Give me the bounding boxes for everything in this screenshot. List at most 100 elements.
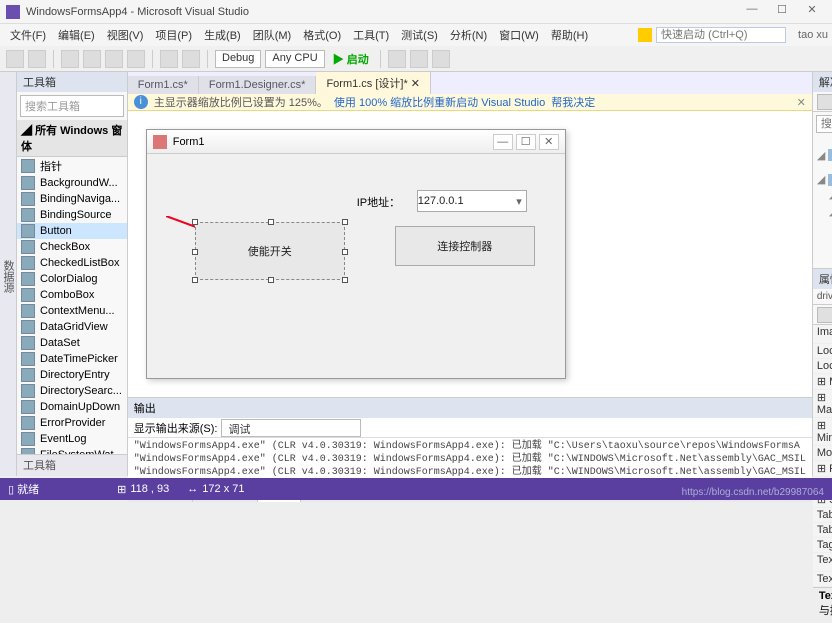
toolbox-item[interactable]: BindingSource xyxy=(17,207,127,223)
flag-icon[interactable] xyxy=(638,28,652,42)
toolbox-item[interactable]: DataGridView xyxy=(17,319,127,335)
redo-icon[interactable] xyxy=(182,50,200,68)
open-icon[interactable] xyxy=(83,50,101,68)
menu-item[interactable]: 分析(N) xyxy=(444,25,493,45)
toolbox-item[interactable]: ColorDialog xyxy=(17,271,127,287)
property-row[interactable]: ⊞ Margin3, 3, 3, 3 xyxy=(813,374,832,390)
tree-node[interactable]: 分析器 xyxy=(817,220,832,238)
saveall-icon[interactable] xyxy=(127,50,145,68)
tool-icon[interactable] xyxy=(432,50,450,68)
toolbox-item[interactable]: EventLog xyxy=(17,431,127,447)
minimize-button[interactable]: — xyxy=(738,3,766,21)
start-button[interactable]: ▶ 启动 xyxy=(329,51,373,67)
form-icon xyxy=(153,135,167,149)
infobar-close-icon[interactable]: ✕ xyxy=(797,96,806,109)
toolbox-item[interactable]: ContextMenu... xyxy=(17,303,127,319)
tree-node[interactable]: Mycontrol xyxy=(817,252,832,266)
property-row[interactable]: ImageList(无) xyxy=(813,325,832,344)
drive-switch-button[interactable]: 使能开关 xyxy=(195,222,345,280)
control-icon xyxy=(21,288,35,302)
toolbox-group[interactable]: ◢ 所有 Windows 窗体 xyxy=(17,120,127,157)
menu-item[interactable]: 团队(M) xyxy=(247,25,298,45)
property-row[interactable]: ⊞ MaximumSize0, 0 xyxy=(813,390,832,418)
connect-button[interactable]: 连接控制器 xyxy=(395,226,535,266)
form-title: Form1 xyxy=(173,136,205,148)
toolbox-item[interactable]: Button xyxy=(17,223,127,239)
toolbox-item[interactable]: DataSet xyxy=(17,335,127,351)
toolbox-item[interactable]: DomainUpDown xyxy=(17,399,127,415)
tree-node[interactable]: Microsoft.CSharp xyxy=(817,238,832,252)
toolbox-item[interactable]: ComboBox xyxy=(17,287,127,303)
solex-home-icon[interactable] xyxy=(817,94,832,110)
doc-tab[interactable]: Form1.Designer.cs* xyxy=(199,76,317,94)
menu-item[interactable]: 窗口(W) xyxy=(493,25,545,45)
properties-pane: 属性 drive_switch System.Windows.Forms.L I… xyxy=(813,269,832,623)
close-button[interactable]: ✕ xyxy=(798,3,826,21)
tree-node[interactable]: ◢WindowsFormsApp4 xyxy=(817,172,832,187)
property-row[interactable]: ⊞ MinimumSize0, 0 xyxy=(813,418,832,446)
toolbox-item[interactable]: DirectoryEntry xyxy=(17,367,127,383)
toolbox-item[interactable]: FileSystemWat... xyxy=(17,447,127,454)
quick-launch-input[interactable] xyxy=(656,27,786,43)
property-row[interactable]: TabStopTrue xyxy=(813,523,832,538)
platform-combo[interactable]: Any CPU xyxy=(265,50,324,68)
toolbox-item[interactable]: CheckBox xyxy=(17,239,127,255)
save-icon[interactable] xyxy=(105,50,123,68)
ip-combo[interactable]: 127.0.0.1▾ xyxy=(417,190,527,212)
control-icon xyxy=(21,192,35,206)
menu-item[interactable]: 文件(F) xyxy=(4,25,52,45)
doc-tab[interactable]: Form1.cs* xyxy=(128,76,199,94)
toolbox-item[interactable]: CheckedListBox xyxy=(17,255,127,271)
info-icon: i xyxy=(134,95,148,109)
menu-item[interactable]: 格式(O) xyxy=(297,25,347,45)
nav-fwd-icon[interactable] xyxy=(28,50,46,68)
property-row[interactable]: LockedFalse xyxy=(813,359,832,374)
tool-icon[interactable] xyxy=(410,50,428,68)
props-selector[interactable]: drive_switch System.Windows.Forms.L xyxy=(813,289,832,305)
tree-node[interactable]: ◢Properties xyxy=(817,187,832,202)
info-help-link[interactable]: 帮我决定 xyxy=(551,94,595,110)
design-surface[interactable]: Form1 — ☐ ✕ IP地址： 127.0.0.1▾ 使能开关 xyxy=(128,111,812,397)
tree-node[interactable]: ◢解决方案"WindowsFormsApp4"(1 xyxy=(817,138,832,172)
maximize-button[interactable]: ☐ xyxy=(768,3,796,21)
property-row[interactable]: ⊞ Padding0, 0, 0, 0 xyxy=(813,461,832,477)
menu-item[interactable]: 项目(P) xyxy=(149,25,198,45)
nav-back-icon[interactable] xyxy=(6,50,24,68)
user-name[interactable]: tao xu xyxy=(798,29,828,41)
menu-item[interactable]: 测试(S) xyxy=(395,25,444,45)
toolbox-item[interactable]: DirectorySearc... xyxy=(17,383,127,399)
config-combo[interactable]: Debug xyxy=(215,50,261,68)
menu-item[interactable]: 生成(B) xyxy=(198,25,247,45)
output-from-combo[interactable]: 调试 xyxy=(221,419,361,437)
tool-icon[interactable] xyxy=(388,50,406,68)
property-row[interactable]: TextAlignMiddleCenter xyxy=(813,572,832,587)
undo-icon[interactable] xyxy=(160,50,178,68)
form-close-icon: ✕ xyxy=(539,134,559,150)
property-row[interactable]: ModifiersPrivate xyxy=(813,446,832,461)
info-restart-link[interactable]: 使用 100% 缩放比例重新启动 Visual Studio xyxy=(334,94,545,110)
new-icon[interactable] xyxy=(61,50,79,68)
toolbox-item[interactable]: DateTimePicker xyxy=(17,351,127,367)
tree-node[interactable]: ◢引用 xyxy=(817,202,832,220)
toolbox-item[interactable]: ErrorProvider xyxy=(17,415,127,431)
doc-tab[interactable]: Form1.cs [设计]* ✕ xyxy=(316,72,431,94)
output-body[interactable]: "WindowsFormsApp4.exe" (CLR v4.0.30319: … xyxy=(128,438,812,482)
toolbox-search[interactable]: 搜索工具箱 xyxy=(20,95,124,117)
left-spine-datasource[interactable]: 数据源 xyxy=(0,72,17,476)
toolbox-item[interactable]: BackgroundW... xyxy=(17,175,127,191)
property-row[interactable]: Text使能开关 xyxy=(813,553,832,572)
toolbox-bottom-tab[interactable]: 工具箱 xyxy=(17,454,127,476)
menu-item[interactable]: 帮助(H) xyxy=(545,25,594,45)
title-bar: WindowsFormsApp4 - Microsoft Visual Stud… xyxy=(0,0,832,24)
property-row[interactable]: Location118, 93 xyxy=(813,344,832,359)
solex-search[interactable] xyxy=(816,115,832,133)
property-row[interactable]: TabIndex1 xyxy=(813,508,832,523)
menu-item[interactable]: 编辑(E) xyxy=(52,25,101,45)
menu-item[interactable]: 视图(V) xyxy=(101,25,150,45)
categorize-icon[interactable] xyxy=(817,307,832,323)
toolbox-item[interactable]: 指针 xyxy=(17,157,127,175)
form-window[interactable]: Form1 — ☐ ✕ IP地址： 127.0.0.1▾ 使能开关 xyxy=(146,129,566,379)
menu-item[interactable]: 工具(T) xyxy=(347,25,395,45)
toolbox-item[interactable]: BindingNaviga... xyxy=(17,191,127,207)
property-row[interactable]: Tag xyxy=(813,538,832,553)
